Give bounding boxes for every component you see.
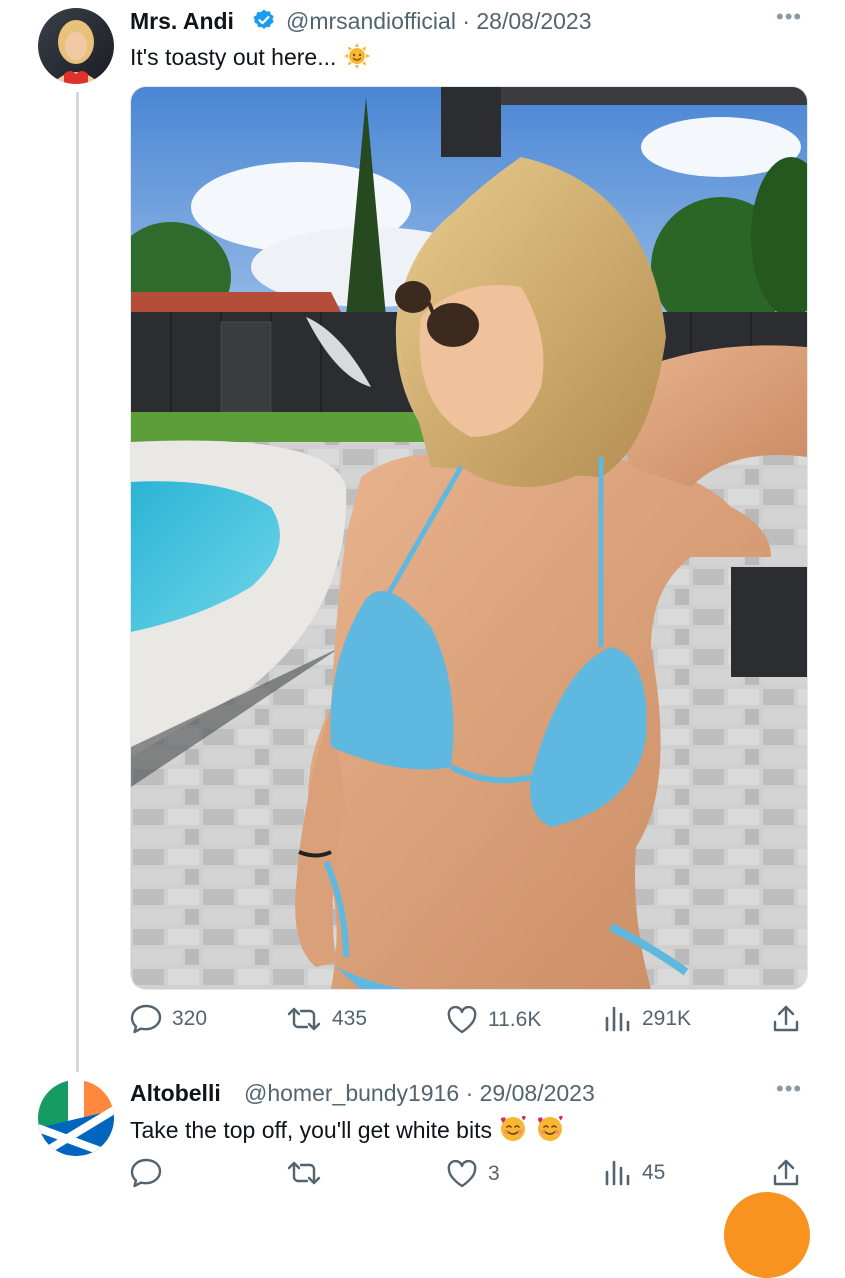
reply-button[interactable]: 320 <box>130 1004 207 1034</box>
reply-view-count: 45 <box>642 1161 666 1184</box>
reply-author-name[interactable]: Altobelli <box>130 1080 221 1107</box>
author-name[interactable]: Mrs. Andi <box>130 8 234 35</box>
views-button[interactable]: 291K <box>604 1006 691 1032</box>
tweet-text: It's toasty out here... <box>130 44 337 71</box>
reply-reply-button[interactable] <box>130 1158 172 1188</box>
tweet-photo[interactable] <box>130 86 808 990</box>
floating-compose-button[interactable] <box>724 1192 810 1278</box>
reply-avatar[interactable] <box>38 1080 114 1156</box>
smiling-face-with-hearts-icon <box>498 1114 528 1150</box>
reply-icon <box>130 1004 162 1034</box>
smiling-face-with-hearts-icon <box>535 1114 565 1150</box>
views-bar-chart-icon <box>605 1006 630 1032</box>
like-count: 11.6K <box>488 1008 542 1031</box>
sun-face-icon <box>343 42 371 76</box>
like-button[interactable]: 11.6K <box>446 1006 541 1034</box>
reply-share-button[interactable] <box>772 1158 800 1188</box>
reply-retweet-button[interactable] <box>286 1160 332 1186</box>
reply-icon <box>130 1158 162 1188</box>
tweet-date[interactable]: 28/08/2023 <box>476 8 591 34</box>
reply-text-row: Take the top off, you'll get white bits <box>130 1114 565 1150</box>
thread-line <box>76 92 79 1072</box>
verified-badge-icon <box>252 8 276 32</box>
retweet-count: 435 <box>332 1007 368 1030</box>
share-button[interactable] <box>772 1004 800 1034</box>
reply-more-options-icon[interactable]: ••• <box>776 1076 802 1102</box>
tweet-text-row: It's toasty out here... <box>130 42 371 76</box>
more-options-icon[interactable]: ••• <box>776 4 802 30</box>
separator: · <box>462 8 470 34</box>
heart-icon <box>447 1160 477 1188</box>
retweet-icon <box>287 1161 321 1185</box>
view-count: 291K <box>642 1007 692 1030</box>
retweet-button[interactable]: 435 <box>286 1006 367 1032</box>
share-icon <box>773 1005 799 1032</box>
author-handle[interactable]: @mrsandiofficial <box>286 8 456 34</box>
reply-author-handle[interactable]: @homer_bundy1916 <box>244 1080 459 1106</box>
reply-like-button[interactable]: 3 <box>446 1160 500 1188</box>
views-bar-chart-icon <box>605 1160 630 1186</box>
heart-icon <box>447 1006 477 1034</box>
reply-views-button[interactable]: 45 <box>604 1160 665 1186</box>
share-icon <box>773 1159 799 1186</box>
reply-like-count: 3 <box>488 1162 500 1185</box>
reply-text: Take the top off, you'll get white bits <box>130 1117 492 1144</box>
reply-date[interactable]: 29/08/2023 <box>480 1080 595 1106</box>
avatar[interactable] <box>38 8 114 84</box>
reply-count: 320 <box>172 1007 208 1030</box>
separator: · <box>465 1080 474 1106</box>
retweet-icon <box>287 1007 321 1031</box>
